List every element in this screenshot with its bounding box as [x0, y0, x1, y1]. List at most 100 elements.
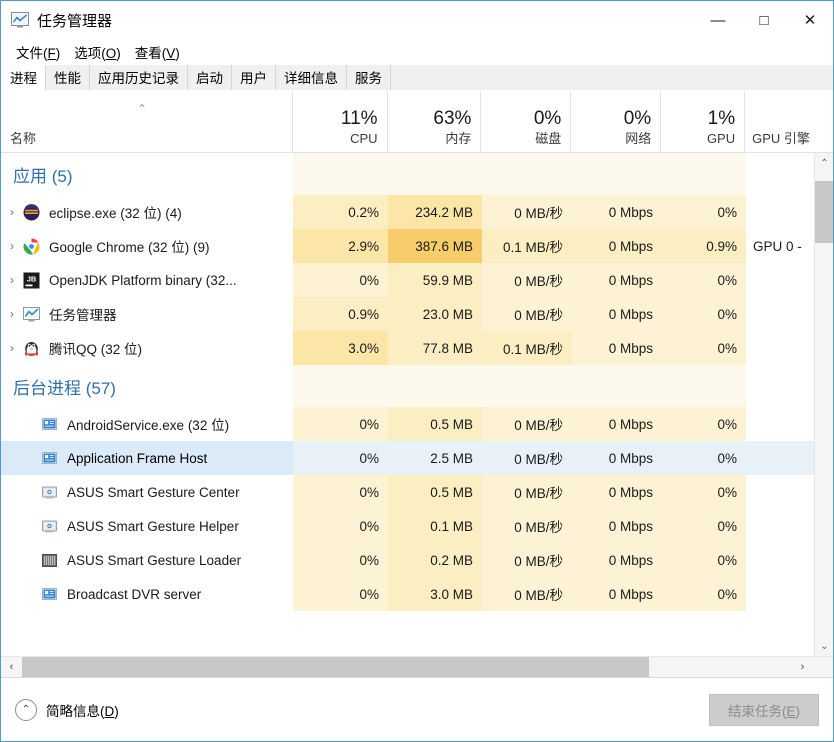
- column-gpu-engine-label: GPU 引擎: [752, 131, 810, 146]
- scroll-right-arrow-icon[interactable]: ›: [792, 657, 813, 677]
- section-gpu-spacer: [662, 365, 746, 407]
- section-memory-spacer: [388, 365, 482, 407]
- table-row[interactable]: › eclipse.exe (32 位) (4) 0.2% 234.2 MB 0 MB/…: [1, 195, 814, 229]
- menu-view[interactable]: 查看(V): [128, 39, 187, 65]
- table-row[interactable]: ASUS Smart Gesture Helper 0% 0.1 MB 0 MB/秒 0…: [1, 509, 814, 543]
- process-name-cell[interactable]: › Google Chrome (32 位) (9): [1, 229, 293, 263]
- network-cell: 0 Mbps: [572, 543, 662, 577]
- table-row[interactable]: Application Frame Host 0% 2.5 MB 0 MB/秒 0 Mb…: [1, 441, 814, 475]
- expand-chevron-icon[interactable]: ›: [1, 229, 23, 263]
- column-header-memory[interactable]: 63% 内存: [388, 91, 482, 152]
- sort-ascending-icon: ⌃: [137, 102, 148, 116]
- column-header-gpu[interactable]: 1% GPU: [661, 91, 746, 152]
- cpu-cell: 0%: [293, 509, 388, 543]
- process-name-cell[interactable]: › 腾讯QQ (32 位): [1, 331, 293, 365]
- horizontal-scroll-thumb[interactable]: [22, 657, 649, 677]
- column-header-gpu-engine[interactable]: GPU 引擎: [745, 91, 833, 152]
- column-header-row: 名称 ⌃ 11% CPU 63% 内存 0% 磁盘 0% 网络 1% GPU G…: [1, 91, 833, 153]
- disk-cell: 0 MB/秒: [482, 475, 572, 509]
- vertical-scroll-track[interactable]: [815, 173, 833, 636]
- process-name-cell[interactable]: › eclipse.exe (32 位) (4): [1, 195, 293, 229]
- tab-services[interactable]: 服务: [347, 65, 391, 90]
- process-name-label: Application Frame Host: [67, 450, 208, 466]
- vertical-scrollbar[interactable]: ⌃ ⌄: [814, 153, 833, 656]
- expand-chevron-icon[interactable]: ›: [1, 263, 23, 297]
- column-header-name[interactable]: 名称 ⌃: [1, 91, 293, 152]
- table-row[interactable]: › 任务管理器 0.9% 23.0 MB 0 MB/秒 0 Mbps 0%: [1, 297, 814, 331]
- jetbrains-icon: JB: [23, 272, 40, 289]
- menu-options[interactable]: 选项(O): [67, 39, 128, 65]
- table-row[interactable]: Broadcast DVR server 0% 3.0 MB 0 MB/秒 0 Mbps…: [1, 577, 814, 611]
- scroll-up-arrow-icon[interactable]: ⌃: [815, 153, 833, 173]
- section-network-spacer: [572, 365, 662, 407]
- section-network-spacer: [572, 153, 662, 195]
- task-manager-icon: [23, 306, 40, 323]
- process-name-cell[interactable]: ASUS Smart Gesture Helper: [1, 509, 293, 543]
- column-memory-label: 内存: [445, 131, 472, 146]
- expand-chevron-icon[interactable]: ›: [1, 195, 23, 229]
- gpu-engine-cell: [746, 577, 814, 611]
- table-row[interactable]: ASUS Smart Gesture Center 0% 0.5 MB 0 MB/秒 0…: [1, 475, 814, 509]
- tab-performance[interactable]: 性能: [46, 65, 90, 90]
- chrome-icon: [23, 238, 40, 255]
- asus-loader-icon: [41, 552, 58, 569]
- gpu-engine-cell: [746, 195, 814, 229]
- svg-text:JB: JB: [27, 274, 37, 283]
- apps-section: 应用 (5): [1, 153, 814, 195]
- scroll-left-arrow-icon[interactable]: ‹: [1, 657, 22, 677]
- disk-cell: 0.1 MB/秒: [482, 229, 572, 263]
- tab-startup[interactable]: 启动: [188, 65, 232, 90]
- disk-cell: 0 MB/秒: [482, 441, 572, 475]
- table-row[interactable]: AndroidService.exe (32 位) 0% 0.5 MB 0 MB/秒 0…: [1, 407, 814, 441]
- process-name-cell[interactable]: AndroidService.exe (32 位): [1, 407, 293, 441]
- tab-details[interactable]: 详细信息: [276, 65, 347, 90]
- process-name-cell[interactable]: ASUS Smart Gesture Center: [1, 475, 293, 509]
- expand-chevron-icon[interactable]: ›: [1, 331, 23, 365]
- end-task-button[interactable]: 结束任务(E): [709, 693, 819, 726]
- fewer-details-button[interactable]: ⌃ 简略信息(D): [15, 698, 119, 721]
- scroll-down-arrow-icon[interactable]: ⌄: [815, 636, 833, 656]
- gpu-engine-cell: [746, 407, 814, 441]
- expand-chevron-icon[interactable]: ›: [1, 297, 23, 331]
- disk-cell: 0 MB/秒: [482, 263, 572, 297]
- gpu-engine-cell: GPU 0 -: [746, 229, 814, 263]
- network-cell: 0 Mbps: [572, 441, 662, 475]
- column-header-network[interactable]: 0% 网络: [571, 91, 662, 152]
- network-cell: 0 Mbps: [572, 297, 662, 331]
- horizontal-scroll-track[interactable]: [22, 657, 792, 677]
- gpu-cell: 0%: [662, 331, 746, 365]
- process-name-cell[interactable]: › JB OpenJDK Platform binary (32...: [1, 263, 293, 297]
- column-header-disk[interactable]: 0% 磁盘: [481, 91, 572, 152]
- minimize-button[interactable]: —: [695, 1, 741, 39]
- process-name-cell[interactable]: ASUS Smart Gesture Loader: [1, 543, 293, 577]
- vertical-scroll-thumb[interactable]: [815, 181, 833, 243]
- column-memory-percent: 63%: [433, 108, 472, 129]
- tab-app-history[interactable]: 应用历史记录: [90, 65, 188, 90]
- section-gpu-spacer: [662, 153, 746, 195]
- table-row[interactable]: › JB OpenJDK Platform binary (32... 0% 59.9 …: [1, 263, 814, 297]
- table-row[interactable]: ASUS Smart Gesture Loader 0% 0.2 MB 0 MB/秒 0…: [1, 543, 814, 577]
- memory-cell: 0.1 MB: [388, 509, 482, 543]
- column-header-cpu[interactable]: 11% CPU: [293, 91, 388, 152]
- horizontal-scrollbar[interactable]: ‹ ›: [1, 656, 833, 677]
- disk-cell: 0 MB/秒: [482, 195, 572, 229]
- menu-file[interactable]: 文件(F): [9, 39, 67, 65]
- tab-users[interactable]: 用户: [232, 65, 276, 90]
- network-cell: 0 Mbps: [572, 577, 662, 611]
- process-name-cell[interactable]: Application Frame Host: [1, 441, 293, 475]
- close-button[interactable]: ✕: [787, 1, 833, 39]
- process-name-cell[interactable]: › 任务管理器: [1, 297, 293, 331]
- process-name-cell[interactable]: Broadcast DVR server: [1, 577, 293, 611]
- section-memory-spacer: [388, 153, 482, 195]
- title-bar: 任务管理器 — □ ✕: [1, 1, 833, 39]
- gpu-cell: 0%: [662, 407, 746, 441]
- table-row[interactable]: › Google Chrome (32 位) (9) 2.9% 387.6 MB 0.1…: [1, 229, 814, 263]
- table-row[interactable]: › 腾讯QQ (32 位) 3.0% 77.8 MB 0.1 MB/秒 0 Mbps 0%: [1, 331, 814, 365]
- gpu-engine-cell: [746, 475, 814, 509]
- network-cell: 0 Mbps: [572, 331, 662, 365]
- column-cpu-percent: 11%: [340, 108, 378, 129]
- generic-app-icon: [41, 416, 58, 433]
- tab-processes[interactable]: 进程: [2, 65, 46, 90]
- memory-cell: 77.8 MB: [388, 331, 482, 365]
- maximize-button[interactable]: □: [741, 1, 787, 39]
